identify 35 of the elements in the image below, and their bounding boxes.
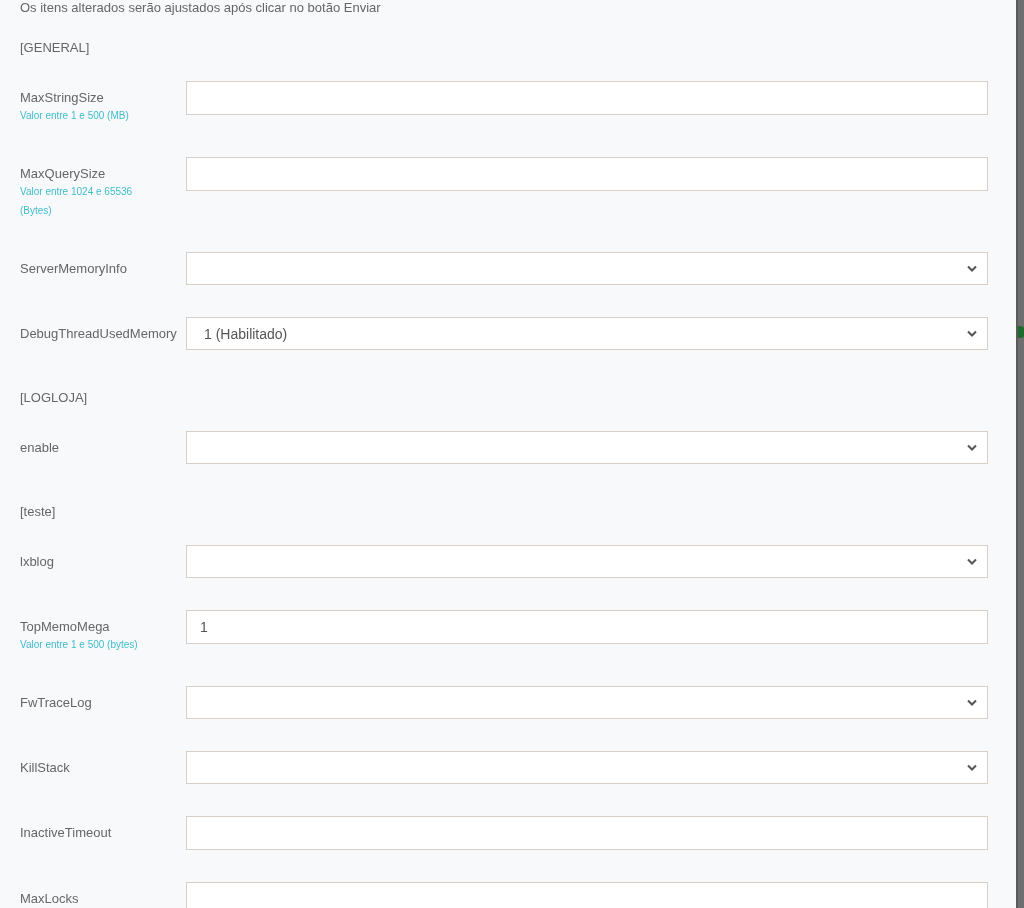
field-label: enable [20,440,60,456]
input-field[interactable] [186,816,988,850]
select-field[interactable] [186,431,988,464]
input-field[interactable]: 1 [186,610,988,644]
section-heading: [teste] [20,503,56,520]
field-label: KillStack [20,760,70,776]
chevron-down-icon [967,265,977,272]
input-field[interactable] [186,882,988,908]
select-field[interactable] [186,252,988,285]
chevron-down-icon [967,444,977,451]
field-hint: Valor entre 1 e 500 (MB) [20,109,130,123]
field-label: MaxQuerySize [20,166,106,182]
notice-text: Os itens alterados serão ajustados após clicar no botão Enviar [20,0,382,16]
select-field[interactable]: 1 (Habilitado) [186,317,988,350]
field-hint: Valor entre 1024 e 65536 (Bytes) [20,185,134,218]
select-field[interactable] [186,751,988,784]
field-hint: Valor entre 1 e 500 (bytes) [20,638,139,652]
chevron-down-icon [967,764,977,771]
select-field[interactable] [186,545,988,578]
select-field[interactable] [186,686,988,719]
field-label: lxblog [20,554,54,570]
section-heading: [LOGLOJA] [20,389,88,406]
input-field[interactable] [186,157,988,191]
field-label: TopMemoMega [20,619,110,635]
chevron-down-icon [967,699,977,706]
field-label: ServerMemoryInfo [20,261,127,277]
field-label: FwTraceLog [20,695,92,711]
chevron-down-icon [967,330,977,337]
section-heading: [GENERAL] [20,39,90,56]
input-field[interactable] [186,81,988,115]
field-label: InactiveTimeout [20,825,112,841]
field-label: MaxLocks [20,891,79,907]
field-label: DebugThreadUsedMemory [20,326,177,342]
chevron-down-icon [967,558,977,565]
field-label: MaxStringSize [20,90,104,106]
